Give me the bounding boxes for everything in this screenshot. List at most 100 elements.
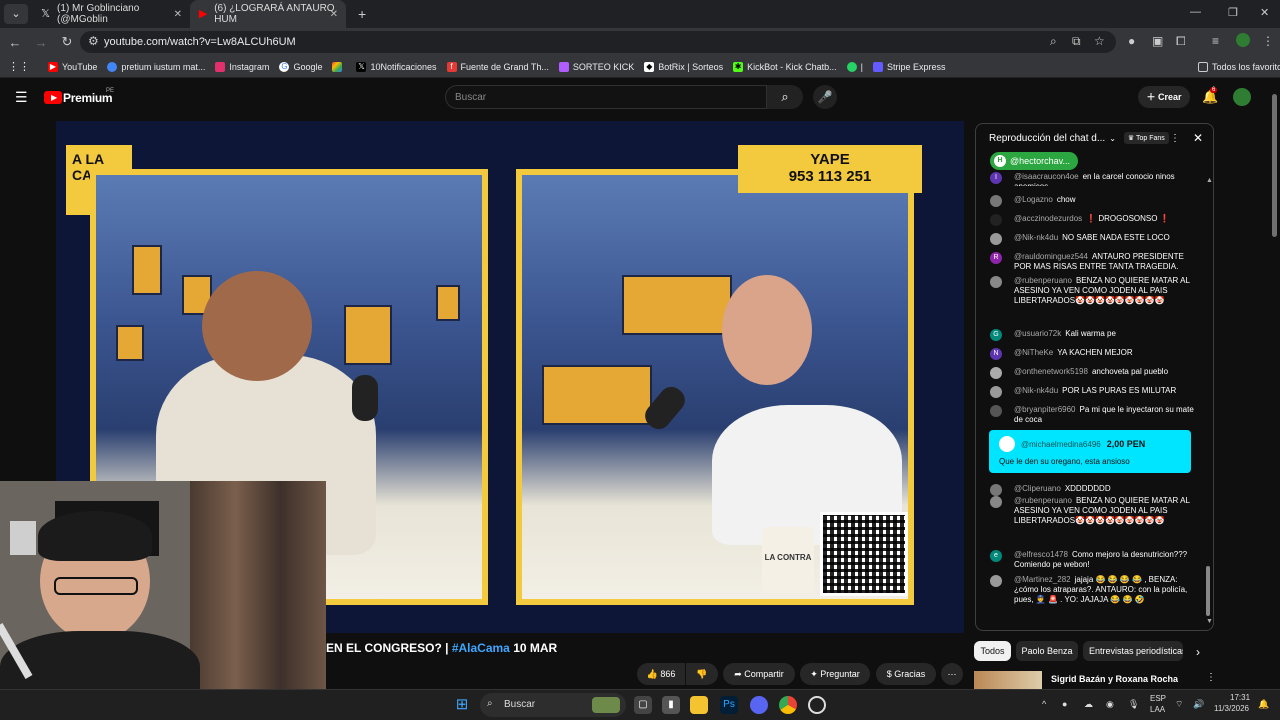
bookmark-sorteo-kick[interactable]: SORTEO KICK: [558, 61, 634, 72]
keyboard-layout-label[interactable]: LAA: [1150, 705, 1165, 714]
more-icon[interactable]: ⋮: [1170, 133, 1180, 144]
clock-date[interactable]: 11/3/2026: [1214, 704, 1249, 713]
mic-button[interactable]: 🎤: [813, 85, 837, 109]
bookmark-google[interactable]: G Google: [279, 61, 322, 72]
volume-icon[interactable]: 🔊: [1193, 699, 1204, 710]
menu-icon[interactable]: ⋮: [1262, 34, 1274, 48]
page-scrollbar[interactable]: [1272, 94, 1277, 237]
chat-title[interactable]: Reproducción del chat d...: [989, 133, 1105, 144]
language-label[interactable]: ESP: [1150, 694, 1166, 703]
bookmark-unnamed[interactable]: [332, 61, 346, 72]
chat-author[interactable]: @Nik-nk4du: [1014, 386, 1058, 395]
puzzle-icon[interactable]: ⧠: [1176, 34, 1186, 49]
chat-author[interactable]: @Cliperuano: [1014, 484, 1061, 493]
chevron-right-icon[interactable]: ›: [1196, 645, 1200, 659]
chat-author[interactable]: @Martinez_282: [1014, 575, 1071, 584]
bookmark-stripe[interactable]: Stripe Express: [873, 61, 946, 72]
avatar[interactable]: [1233, 88, 1251, 106]
like-button[interactable]: 👍 866: [637, 663, 685, 685]
chat-author[interactable]: @rauldominguez544: [1014, 252, 1088, 261]
chat-author[interactable]: @rubenperuano: [1014, 496, 1072, 505]
chat-author[interactable]: @Logazno: [1014, 195, 1053, 204]
bookmark-botrix[interactable]: ◆ BotRix | Sorteos: [644, 61, 723, 72]
install-icon[interactable]: ⧉: [1072, 34, 1081, 49]
mic-icon[interactable]: 🎙: [1128, 699, 1139, 710]
chat-author[interactable]: @Nik-nk4du: [1014, 233, 1058, 242]
forward-icon[interactable]: →: [30, 35, 52, 50]
url-text[interactable]: youtube.com/watch?v=Lw8ALCUh6UM: [104, 36, 296, 48]
chat-scrollbar[interactable]: [1206, 566, 1210, 616]
more-icon[interactable]: ⋮: [1206, 672, 1216, 683]
tray-icon[interactable]: ◉: [1106, 699, 1114, 710]
scroll-up-icon[interactable]: ▲: [1206, 177, 1213, 184]
close-icon[interactable]: ✕: [330, 9, 338, 20]
chat-author[interactable]: @bryanpiter6960: [1014, 405, 1076, 414]
chat-author[interactable]: @onthenetwork5198: [1014, 367, 1088, 376]
wifi-icon[interactable]: ⌔: [1175, 699, 1183, 710]
minimize-icon[interactable]: —: [1190, 6, 1201, 18]
top-fans-button[interactable]: ♛ Top Fans: [1123, 132, 1169, 144]
recommended-thumbnail[interactable]: [974, 671, 1042, 689]
search-input[interactable]: Buscar: [445, 85, 767, 109]
chat-author[interactable]: @rubenperuano: [1014, 276, 1072, 285]
profile-avatar[interactable]: [1236, 33, 1250, 47]
maximize-icon[interactable]: ❐: [1228, 6, 1238, 19]
search-button[interactable]: ⌕: [767, 85, 803, 109]
tray-icon[interactable]: ●: [1062, 699, 1067, 709]
extension-icon[interactable]: ▣: [1152, 34, 1163, 48]
media-icon[interactable]: ≡: [1212, 34, 1219, 48]
tab-youtube[interactable]: ▶ (6) ¿LOGRARÁ ANTAURO HUM ✕: [190, 0, 346, 28]
scroll-down-icon[interactable]: ▼: [1206, 618, 1213, 625]
pinned-user-chip[interactable]: H @hectorchav...: [990, 152, 1078, 170]
more-actions-button[interactable]: ⋯: [941, 663, 963, 685]
chip-paolo-benza[interactable]: Paolo Benza: [1016, 641, 1078, 661]
ask-button[interactable]: ✦ Preguntar: [800, 663, 870, 685]
dislike-button[interactable]: 👎: [686, 663, 718, 685]
omnibox[interactable]: ⚙ youtube.com/watch?v=Lw8ALCUh6UM ⌕ ⧉ ☆: [80, 31, 1116, 53]
photoshop-icon[interactable]: Ps: [720, 696, 738, 714]
create-button[interactable]: ＋ Crear: [1138, 86, 1190, 108]
chip-all[interactable]: Todos: [974, 641, 1011, 661]
site-info-icon[interactable]: ⚙: [88, 34, 99, 48]
share-button[interactable]: ➦ Compartir: [723, 663, 795, 685]
recommended-title[interactable]: Sigrid Bazán y Roxana Rocha: [1051, 674, 1178, 684]
app-icon[interactable]: ▮: [662, 696, 680, 714]
apps-icon[interactable]: ⋮⋮: [8, 60, 30, 73]
chat-author[interactable]: @usuario72k: [1014, 329, 1061, 338]
chrome-icon[interactable]: [779, 696, 797, 714]
bookmark-10notificaciones[interactable]: 𝕏 10Notificaciones: [356, 61, 437, 72]
chat-author[interactable]: @isaacraucon4oe: [1014, 172, 1079, 181]
bookmark-kickbot[interactable]: ✱ KickBot - Kick Chatb...: [733, 61, 837, 72]
chat-author[interactable]: @acczinodezurdos: [1014, 214, 1082, 223]
close-icon[interactable]: ✕: [174, 9, 182, 20]
chat-author[interactable]: @elfresco1478: [1014, 550, 1068, 559]
bookmark-star-icon[interactable]: ☆: [1094, 34, 1105, 48]
app-icon[interactable]: [808, 696, 826, 714]
tab-x[interactable]: 𝕏 (1) Mr Goblinciano (@MGoblin ✕: [32, 0, 190, 28]
task-view-icon[interactable]: ▢: [634, 696, 652, 714]
brand-label[interactable]: Premium: [63, 91, 113, 105]
title-hashtag[interactable]: #AlaCama: [452, 641, 510, 655]
chevron-down-icon[interactable]: ⌄: [1109, 134, 1116, 143]
chat-author[interactable]: @NiTheKe: [1014, 348, 1053, 357]
taskbar-search[interactable]: ⌕ Buscar: [480, 693, 626, 717]
thanks-button[interactable]: $ Gracias: [876, 663, 936, 685]
chip-entrevistas[interactable]: Entrevistas periodísticas: [1083, 641, 1183, 661]
chevron-up-icon[interactable]: ^: [1042, 699, 1046, 709]
clock-time[interactable]: 17:31: [1230, 693, 1250, 702]
windows-start-icon[interactable]: ⊞: [453, 696, 471, 714]
zoom-icon[interactable]: ⌕: [1050, 34, 1057, 49]
reload-icon[interactable]: ↻: [56, 34, 78, 50]
notification-icon[interactable]: 🔔: [1258, 699, 1269, 710]
bookmark-whatsapp[interactable]: |: [846, 61, 863, 72]
tray-icon[interactable]: ☁: [1084, 699, 1093, 710]
tab-search-button[interactable]: ⌄: [4, 4, 28, 24]
extension-icon[interactable]: ●: [1128, 34, 1135, 48]
bookmark-youtube[interactable]: ▶ YouTube: [48, 61, 97, 72]
bookmark-pretium[interactable]: pretium iustum mat...: [107, 61, 205, 72]
file-explorer-icon[interactable]: [690, 696, 708, 714]
all-bookmarks[interactable]: Todos los favoritos: [1198, 61, 1280, 72]
back-icon[interactable]: ←: [4, 35, 26, 50]
bookmark-fuente[interactable]: f Fuente de Grand Th...: [446, 61, 549, 72]
window-close-icon[interactable]: ✕: [1260, 6, 1269, 19]
